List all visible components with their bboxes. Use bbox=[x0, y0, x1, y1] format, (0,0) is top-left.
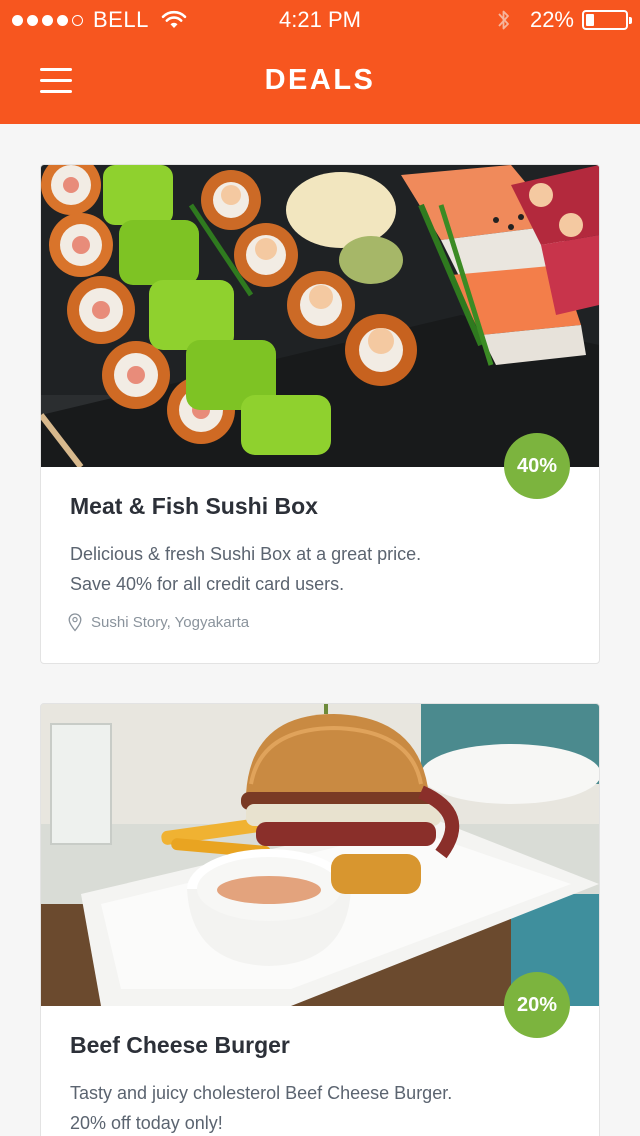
deal-title: Meat & Fish Sushi Box bbox=[70, 493, 318, 519]
app-header: BELL 4:21 PM 22% DEALS bbox=[0, 0, 640, 124]
deal-description: Delicious & fresh Sushi Box at a great p… bbox=[70, 539, 570, 599]
discount-badge: 20% bbox=[504, 972, 570, 1038]
deal-card[interactable]: 40% Meat & Fish Sushi Box Delicious & fr… bbox=[40, 164, 600, 664]
deal-image-burger bbox=[41, 704, 599, 1006]
deal-description-line: 20% off today only! bbox=[70, 1113, 223, 1133]
deal-location: Sushi Story, Yogyakarta bbox=[68, 613, 249, 632]
battery-percent: 22% bbox=[529, 7, 574, 32]
status-right: 22% bbox=[496, 7, 632, 33]
deal-description-line: Save 40% for all credit card users. bbox=[70, 574, 345, 594]
map-pin-icon bbox=[68, 613, 82, 632]
deal-card[interactable]: 20% Beef Cheese Burger Tasty and juicy c… bbox=[40, 703, 600, 1136]
battery-icon bbox=[582, 10, 632, 30]
battery-level bbox=[586, 14, 595, 26]
deal-location-text: Sushi Story, Yogyakarta bbox=[91, 614, 250, 631]
deal-description-line: Tasty and juicy cholesterol Beef Cheese … bbox=[70, 1083, 453, 1103]
page-title: DEALS bbox=[264, 64, 376, 96]
discount-badge: 40% bbox=[504, 433, 570, 499]
bluetooth-icon bbox=[498, 10, 509, 30]
deal-description: Tasty and juicy cholesterol Beef Cheese … bbox=[70, 1078, 570, 1136]
status-bar: BELL 4:21 PM 22% bbox=[0, 0, 640, 40]
deal-image-sushi bbox=[41, 165, 599, 467]
deal-title: Beef Cheese Burger bbox=[70, 1032, 290, 1058]
deal-description-line: Delicious & fresh Sushi Box at a great p… bbox=[70, 544, 422, 564]
